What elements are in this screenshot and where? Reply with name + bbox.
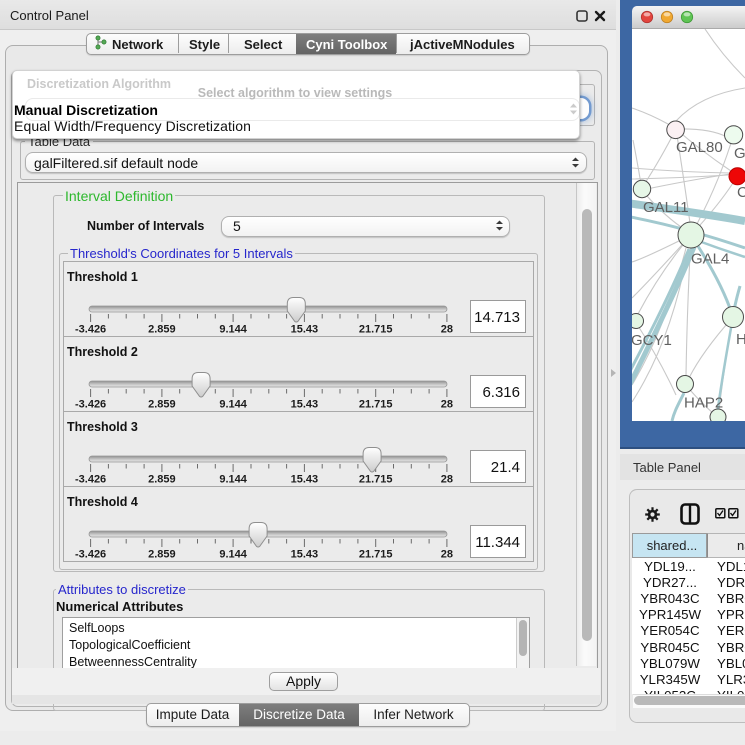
svg-text:21.715: 21.715: [359, 474, 393, 486]
svg-text:15.43: 15.43: [291, 324, 319, 336]
svg-text:9.144: 9.144: [219, 399, 247, 411]
svg-text:-3.426: -3.426: [75, 549, 106, 561]
svg-text:-3.426: -3.426: [75, 324, 106, 336]
svg-text:21.715: 21.715: [359, 399, 393, 411]
svg-text:-3.426: -3.426: [75, 474, 106, 486]
svg-text:9.144: 9.144: [219, 549, 247, 561]
svg-text:15.43: 15.43: [291, 474, 319, 486]
svg-text:2.859: 2.859: [148, 549, 176, 561]
svg-text:21.715: 21.715: [359, 549, 393, 561]
svg-text:C: C: [737, 184, 745, 201]
svg-text:GCY1: GCY1: [632, 332, 672, 349]
svg-text:GAL80: GAL80: [676, 139, 723, 156]
svg-text:H: H: [736, 331, 745, 348]
svg-text:21.715: 21.715: [359, 324, 393, 336]
svg-text:28: 28: [441, 399, 453, 411]
svg-text:15.43: 15.43: [291, 549, 319, 561]
svg-text:28: 28: [441, 474, 453, 486]
svg-text:28: 28: [441, 324, 453, 336]
svg-text:9.144: 9.144: [219, 474, 247, 486]
svg-text:2.859: 2.859: [148, 324, 176, 336]
svg-text:15.43: 15.43: [291, 399, 319, 411]
svg-text:2.859: 2.859: [148, 474, 176, 486]
svg-text:2.859: 2.859: [148, 399, 176, 411]
svg-text:9.144: 9.144: [219, 324, 247, 336]
svg-text:28: 28: [441, 549, 453, 561]
svg-text:GAL11: GAL11: [643, 199, 689, 216]
svg-text:GAL4: GAL4: [691, 251, 729, 268]
svg-text:-3.426: -3.426: [75, 399, 106, 411]
svg-text:GA: GA: [734, 145, 745, 162]
svg-text:HAP2: HAP2: [684, 395, 723, 412]
